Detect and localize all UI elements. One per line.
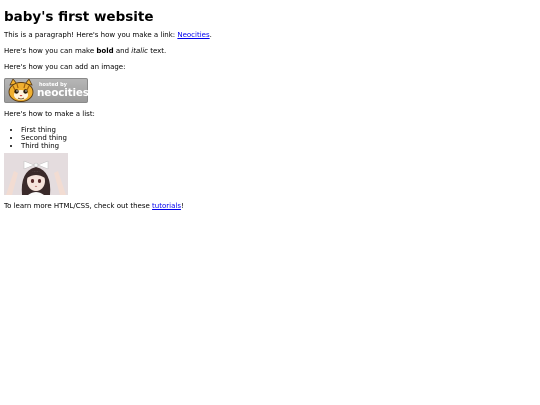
bold-text: bold [96,47,114,55]
example-list: First thing Second thing Third thing [4,126,536,150]
intro-paragraph: This is a paragraph! Here's how you make… [4,31,536,40]
formatting-paragraph: Here's how you can make bold and italic … [4,47,536,56]
formatting-text-c: text. [147,47,167,55]
image-paragraph: Here's how you can add an image: [4,63,126,71]
tutorials-end: ! [180,202,184,210]
badge-brand-text: neocities [37,87,89,99]
tutorials-text: To learn more HTML/CSS, check out these [4,202,153,210]
tutorials-paragraph: To learn more HTML/CSS, check out these … [4,202,536,211]
list-item: Third thing [21,142,536,150]
list-paragraph: Here's how to make a list: [4,110,95,118]
intro-period: . [209,31,212,39]
hosted-by-neocities-badge: hosted by neocities [4,78,89,103]
italic-text: italic [131,47,148,55]
list-item: Second thing [21,134,536,142]
neocities-link[interactable]: Neocities [177,31,209,39]
formatting-text-a: Here's how you can make [4,47,97,55]
intro-text: This is a paragraph! Here's how you make… [4,31,178,39]
page-content: baby's first website This is a paragraph… [0,0,540,211]
anime-girl-illustration [4,153,68,195]
page-title: baby's first website [4,9,154,25]
anime-girl-image [4,153,68,195]
tutorials-link[interactable]: tutorials [152,202,181,210]
formatting-text-b: and [113,47,132,55]
neocities-cat-icon [8,79,34,102]
list-item: First thing [21,126,536,134]
